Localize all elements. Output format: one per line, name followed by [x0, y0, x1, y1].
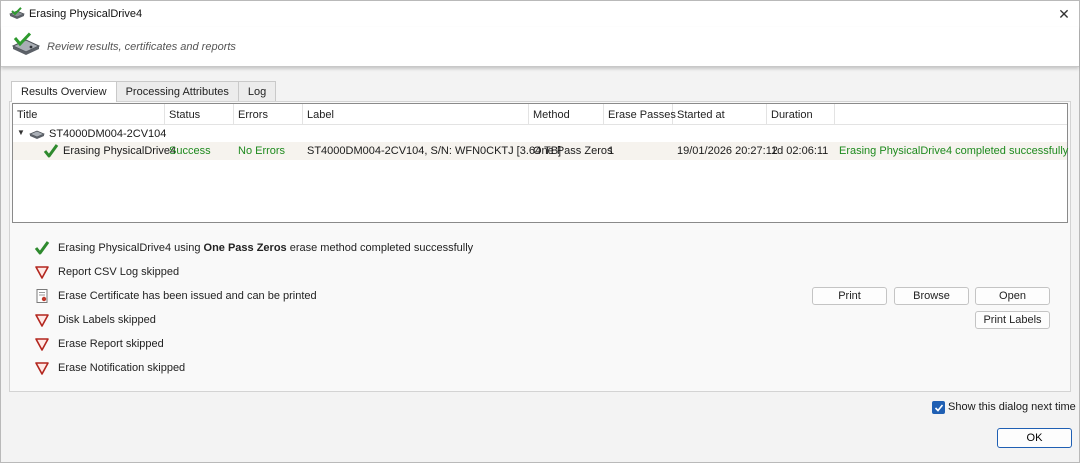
- close-icon: ✕: [1058, 5, 1070, 22]
- drive-check-icon: [9, 7, 25, 19]
- header-subtitle: Review results, certificates and reports: [47, 41, 236, 53]
- drive-model-label: ST4000DM004-2CV104: [49, 128, 167, 140]
- certificate-icon: [36, 289, 48, 303]
- action-certificate: Erase Certificate has been issued and ca…: [34, 288, 317, 304]
- row-errors: No Errors: [238, 145, 286, 157]
- checkmark-icon: [934, 403, 943, 412]
- show-dialog-label[interactable]: Show this dialog next time: [948, 401, 1076, 413]
- column-message[interactable]: [835, 104, 1067, 125]
- column-erase-passes[interactable]: Erase Passes: [604, 104, 676, 125]
- action-erase-completed: Erasing PhysicalDrive4 using One Pass Ze…: [34, 240, 473, 256]
- action-erase-report: Erase Report skipped: [34, 336, 164, 352]
- action-csv-log: Report CSV Log skipped: [34, 264, 179, 280]
- print-labels-button[interactable]: Print Labels: [975, 311, 1050, 329]
- open-button[interactable]: Open: [975, 287, 1050, 305]
- action-disk-labels-text: Disk Labels skipped: [58, 314, 156, 326]
- green-check-icon: [34, 241, 50, 255]
- row-title: Erasing PhysicalDrive4: [63, 145, 177, 157]
- column-errors[interactable]: Errors: [234, 104, 303, 125]
- action-disk-labels: Disk Labels skipped: [34, 312, 156, 328]
- column-started-at[interactable]: Started at: [673, 104, 767, 125]
- tab-results-overview[interactable]: Results Overview: [11, 81, 117, 102]
- erase-dialog-window: Erasing PhysicalDrive4 ✕ Review results,…: [0, 0, 1080, 463]
- print-button[interactable]: Print: [812, 287, 887, 305]
- drive-check-icon: [11, 32, 41, 55]
- action-csv-log-text: Report CSV Log skipped: [58, 266, 180, 278]
- show-dialog-checkbox[interactable]: [932, 401, 945, 414]
- action-erase-notification: Erase Notification skipped: [34, 360, 185, 376]
- action-erase-report-text: Erase Report skipped: [58, 338, 164, 350]
- results-panel: Title Status Errors Label Method Erase P…: [9, 101, 1071, 392]
- chevron-down-icon[interactable]: ▼: [17, 128, 25, 137]
- row-started-at: 19/01/2026 20:27:12: [677, 145, 778, 157]
- tab-log[interactable]: Log: [237, 81, 277, 101]
- tab-strip: Results Overview Processing Attributes L…: [11, 81, 277, 102]
- row-duration: 1d 02:06:11: [771, 145, 829, 157]
- tab-processing-attributes[interactable]: Processing Attributes: [115, 81, 239, 101]
- column-method[interactable]: Method: [529, 104, 604, 125]
- action-erase-completed-text: Erasing PhysicalDrive4 using One Pass Ze…: [58, 242, 474, 254]
- tree-row-drive[interactable]: ▼ ST4000DM004-2CV104: [13, 126, 1067, 142]
- table-row[interactable]: Erasing PhysicalDrive4 Success No Errors…: [13, 142, 1069, 160]
- column-duration[interactable]: Duration: [767, 104, 835, 125]
- row-status: Success: [169, 145, 211, 157]
- browse-button[interactable]: Browse: [894, 287, 969, 305]
- action-erase-notification-text: Erase Notification skipped: [58, 362, 186, 374]
- window-title: Erasing PhysicalDrive4: [29, 8, 143, 20]
- title-bar: Erasing PhysicalDrive4 ✕: [1, 1, 1079, 27]
- row-method: One Pass Zeros: [533, 145, 613, 157]
- red-triangle-icon: [35, 314, 49, 327]
- row-message: Erasing PhysicalDrive4 completed success…: [839, 145, 1069, 157]
- green-check-icon: [43, 144, 59, 158]
- ok-button[interactable]: OK: [997, 428, 1072, 448]
- column-status[interactable]: Status: [165, 104, 234, 125]
- row-erase-passes: 1: [608, 145, 615, 157]
- grid-header: Title Status Errors Label Method Erase P…: [13, 104, 1067, 125]
- action-certificate-text: Erase Certificate has been issued and ca…: [58, 290, 317, 302]
- red-triangle-icon: [35, 266, 49, 279]
- hard-drive-icon: [29, 130, 45, 139]
- header-band: Review results, certificates and reports: [1, 27, 1079, 67]
- column-title[interactable]: Title: [13, 104, 165, 125]
- column-label[interactable]: Label: [303, 104, 529, 125]
- red-triangle-icon: [35, 362, 49, 375]
- red-triangle-icon: [35, 338, 49, 351]
- results-grid[interactable]: Title Status Errors Label Method Erase P…: [12, 103, 1068, 223]
- close-button[interactable]: ✕: [1049, 1, 1079, 27]
- row-label: ST4000DM004-2CV104, S/N: WFN0CKTJ [3.64 …: [307, 145, 562, 157]
